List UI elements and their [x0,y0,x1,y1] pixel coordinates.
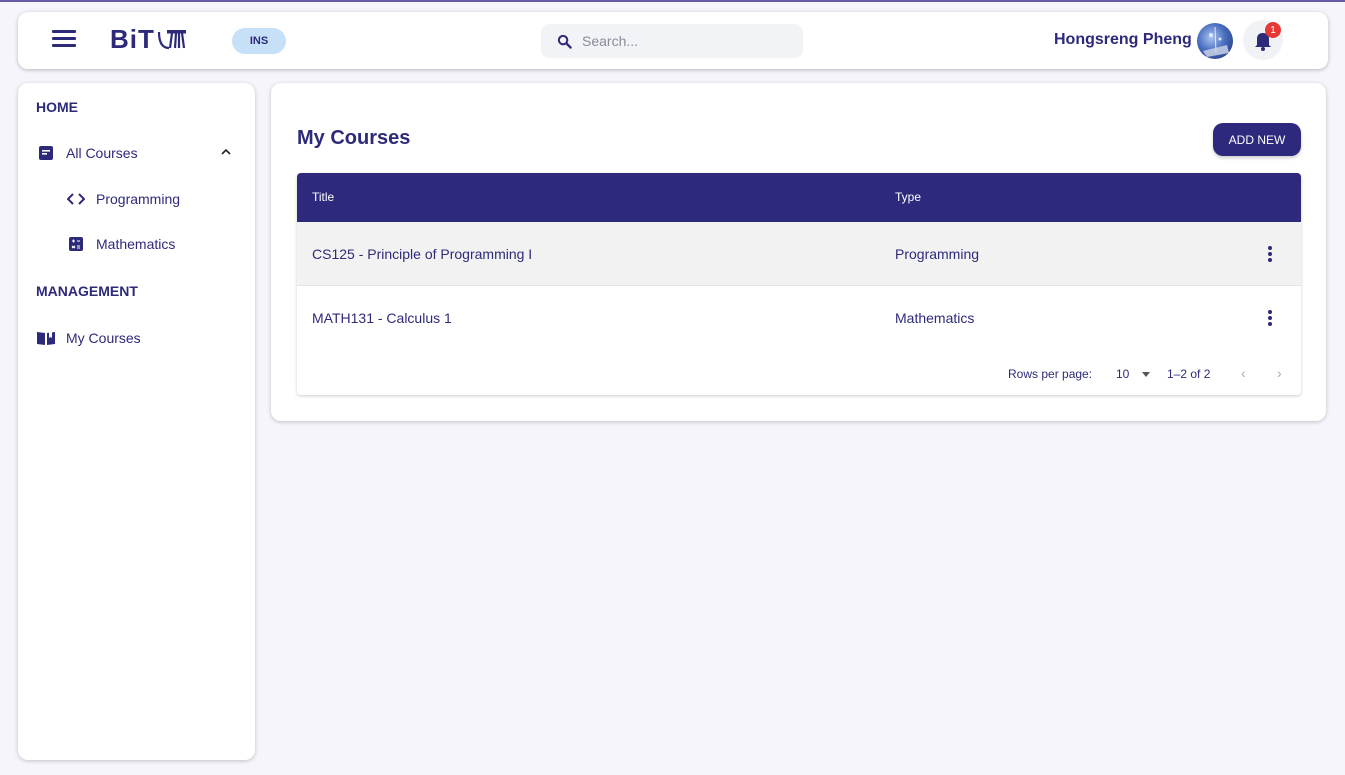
course-type-cell: Programming [895,246,980,262]
chevron-up-icon[interactable] [220,145,232,161]
code-icon [66,189,86,209]
calculator-icon [66,234,86,254]
courses-table: Title Type CS125 - Principle of Programm… [297,173,1301,395]
sidebar-item-label: Programming [96,191,181,207]
column-header-type[interactable]: Type [895,190,921,204]
sidebar-item-my-courses[interactable]: My Courses [36,328,141,348]
sidebar-item-programming[interactable]: Programming [66,189,180,209]
column-header-title[interactable]: Title [312,190,334,204]
logo-pi-mark-icon [157,30,186,50]
sidebar-item-mathematics[interactable]: Mathematics [66,234,175,254]
search-bar[interactable] [541,24,803,58]
more-vert-icon[interactable] [1260,244,1280,264]
add-new-button[interactable]: ADD NEW [1213,123,1301,156]
course-title-cell[interactable]: MATH131 - Calculus 1 [312,310,452,326]
logo-text: BiT [110,23,155,54]
search-icon [557,34,572,49]
rows-per-page-select[interactable]: 10 [1116,367,1129,381]
sidebar-heading-management: MANAGEMENT [36,283,138,299]
logo[interactable]: BiT [110,22,187,56]
chevron-left-icon[interactable]: ‹ [1241,365,1246,381]
course-title-cell[interactable]: CS125 - Principle of Programming I [312,246,532,262]
note-icon [36,143,56,163]
search-input[interactable] [582,33,782,49]
user-name[interactable]: Hongsreng Pheng [1054,31,1192,49]
menu-icon[interactable] [52,30,76,50]
rows-per-page-label: Rows per page: [1008,367,1093,381]
notifications-button[interactable]: 1 [1243,20,1283,60]
sidebar-item-all-courses[interactable]: All Courses [36,143,236,163]
chevron-right-icon[interactable]: › [1277,365,1282,381]
notification-badge: 1 [1265,22,1281,38]
avatar-image [1203,26,1229,57]
table-header: Title Type [297,173,1301,222]
sidebar-item-label: Mathematics [96,236,176,252]
main-content-card: My Courses ADD NEW Title Type CS125 - Pr… [271,83,1326,421]
role-badge: INS [232,28,286,54]
top-app-bar: BiT INS Hongsreng Pheng 1 [18,12,1328,69]
page-range: 1–2 of 2 [1167,367,1211,381]
avatar[interactable] [1197,23,1233,59]
caret-down-icon[interactable] [1142,372,1150,377]
table-row[interactable]: CS125 - Principle of Programming I Progr… [297,222,1301,286]
table-pagination: Rows per page: 10 1–2 of 2 ‹ › [297,365,1301,385]
sidebar-heading-home: HOME [36,99,78,115]
sidebar-item-label: My Courses [66,330,141,346]
table-row[interactable]: MATH131 - Calculus 1 Mathematics [297,286,1301,350]
course-type-cell: Mathematics [895,310,975,326]
sidebar: HOME All Courses Programming Mathematics… [18,83,255,760]
sidebar-item-label: All Courses [66,145,138,161]
book-open-icon [36,328,56,348]
more-vert-icon[interactable] [1260,308,1280,328]
page-title: My Courses [297,127,411,149]
